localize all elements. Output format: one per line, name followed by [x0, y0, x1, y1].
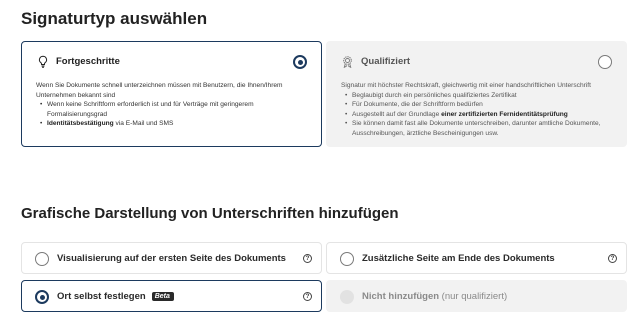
certificate-icon: [341, 55, 354, 68]
advanced-card-title: Fortgeschritte: [56, 56, 120, 67]
lightbulb-icon: [36, 55, 49, 68]
custom-location-radio[interactable]: [35, 290, 49, 304]
none-radio: [340, 290, 354, 304]
extra-page-radio[interactable]: [340, 252, 354, 266]
help-icon[interactable]: ?: [608, 254, 617, 263]
help-icon[interactable]: ?: [303, 254, 312, 263]
custom-location-label: Ort selbst festlegen: [57, 291, 146, 302]
first-page-label: Visualisierung auf der ersten Seite des …: [57, 253, 286, 264]
signature-type-advanced-card[interactable]: Fortgeschritte Wenn Sie Dokumente schnel…: [21, 41, 322, 147]
option-none: Nicht hinzufügen (nur qualifiziert): [326, 280, 627, 312]
option-extra-page[interactable]: Zusätzliche Seite am Ende des Dokuments …: [326, 242, 627, 274]
section-title-graphic-representation: Grafische Darstellung von Unterschriften…: [21, 205, 399, 222]
none-label: Nicht hinzufügen (nur qualifiziert): [362, 291, 508, 302]
advanced-card-description: Wenn Sie Dokumente schnell unterzeichnen…: [36, 81, 309, 129]
qualified-bullet: Ausgestellt auf der Grundlage einer zert…: [341, 110, 614, 120]
extra-page-label: Zusätzliche Seite am Ende des Dokuments: [362, 253, 555, 264]
qualified-bullet: Sie können damit fast alle Dokumente unt…: [341, 119, 614, 138]
qualified-radio[interactable]: [598, 55, 612, 69]
qualified-card-description: Signatur mit höchster Rechtskraft, gleic…: [341, 81, 614, 139]
section-title-signature-type: Signaturtyp auswählen: [21, 9, 208, 28]
qualified-bullet: Für Dokumente, die der Schriftform bedür…: [341, 100, 614, 110]
advanced-radio[interactable]: [293, 55, 307, 69]
option-custom-location[interactable]: Ort selbst festlegen Beta ?: [21, 280, 322, 312]
advanced-bullet: Identitätsbestätigung via E-Mail und SMS: [36, 119, 309, 129]
first-page-radio[interactable]: [35, 252, 49, 266]
beta-badge: Beta: [151, 292, 174, 301]
help-icon[interactable]: ?: [303, 292, 312, 301]
signature-type-qualified-card[interactable]: Qualifiziert Signatur mit höchster Recht…: [326, 41, 627, 147]
qualified-bullet: Beglaubigt durch ein persönliches qualif…: [341, 91, 614, 101]
advanced-bullet: Wenn keine Schriftform erforderlich ist …: [36, 100, 309, 119]
qualified-card-title: Qualifiziert: [361, 56, 411, 67]
option-first-page[interactable]: Visualisierung auf der ersten Seite des …: [21, 242, 322, 274]
